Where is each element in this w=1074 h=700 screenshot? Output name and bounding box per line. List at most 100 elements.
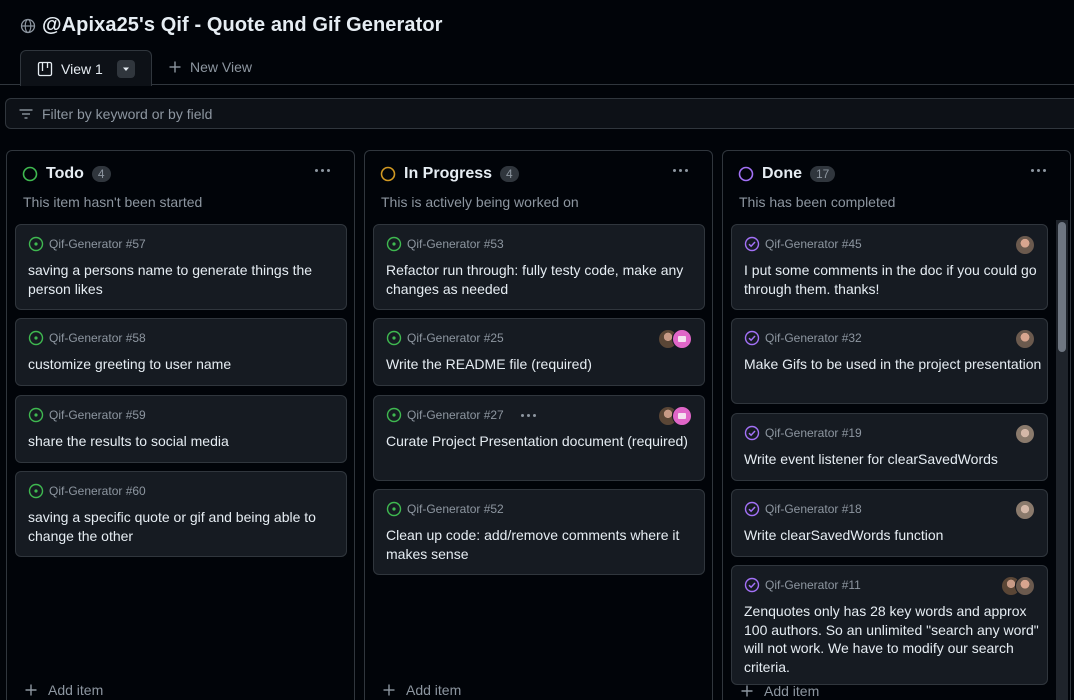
status-circle-icon	[738, 166, 754, 182]
view-options-button[interactable]	[116, 59, 135, 78]
column-description: This has been completed	[739, 194, 896, 210]
card-title[interactable]: Write the README file (required)	[386, 355, 696, 374]
card-title[interactable]: saving a specific quote or gif and being…	[28, 508, 338, 545]
plus-icon	[741, 685, 753, 697]
closed-issue-icon	[744, 330, 760, 346]
open-issue-icon	[28, 236, 44, 252]
card-ref: Qif-Generator #52	[407, 502, 504, 516]
card-options-button[interactable]	[520, 413, 536, 417]
filter-placeholder: Filter by keyword or by field	[42, 105, 213, 122]
card-title[interactable]: customize greeting to user name	[28, 355, 338, 374]
filter-icon	[19, 108, 33, 119]
open-issue-icon	[28, 407, 44, 423]
tab-label: View 1	[61, 60, 103, 77]
card[interactable]: Qif-Generator #32 Make Gifs to be used i…	[731, 318, 1048, 404]
plus-icon	[383, 684, 395, 696]
status-circle-icon	[22, 166, 38, 182]
column-menu-button[interactable]	[673, 169, 688, 172]
card-ref: Qif-Generator #32	[765, 331, 862, 345]
column-description: This item hasn't been started	[23, 194, 203, 210]
open-issue-icon	[28, 330, 44, 346]
assignees[interactable]	[1015, 500, 1035, 520]
scrollbar-thumb[interactable]	[1058, 222, 1066, 352]
card[interactable]: Qif-Generator #19 Write event listener f…	[731, 413, 1048, 481]
column-description: This is actively being worked on	[381, 194, 579, 210]
add-item-button[interactable]: Add item	[382, 682, 461, 698]
add-item-button[interactable]: Add item	[740, 683, 819, 699]
triangle-down-icon	[122, 67, 129, 71]
card-title[interactable]: Write event listener for clearSavedWords	[744, 450, 1054, 469]
add-item-button[interactable]: Add item	[24, 682, 103, 698]
card[interactable]: Qif-Generator #53 Refactor run through: …	[373, 224, 705, 310]
card-title[interactable]: saving a persons name to generate things…	[28, 261, 338, 298]
avatar	[1015, 329, 1035, 349]
assignees[interactable]	[1001, 576, 1035, 596]
card[interactable]: Qif-Generator #45 I put some comments in…	[731, 224, 1048, 310]
column-title: Done	[762, 165, 802, 182]
project-title-row: @Apixa25's Qif - Quote and Gif Generator	[20, 14, 443, 37]
column-header: Done 17	[738, 165, 836, 183]
card[interactable]: Qif-Generator #27 Curate Project Present…	[373, 395, 705, 481]
globe-icon	[20, 18, 36, 33]
card-title[interactable]: share the results to social media	[28, 432, 338, 451]
closed-issue-icon	[744, 236, 760, 252]
card[interactable]: Qif-Generator #59 share the results to s…	[15, 395, 347, 463]
card[interactable]: Qif-Generator #58 customize greeting to …	[15, 318, 347, 386]
card-ref: Qif-Generator #59	[49, 408, 146, 422]
column-todo: Todo 4 This item hasn't been started Qif…	[6, 150, 355, 700]
open-issue-icon	[386, 236, 402, 252]
add-item-label: Add item	[406, 682, 462, 698]
card-title[interactable]: Clean up code: add/remove comments where…	[386, 526, 696, 563]
filter-input[interactable]: Filter by keyword or by field	[5, 98, 1074, 129]
assignees[interactable]	[1015, 424, 1035, 444]
card-ref: Qif-Generator #25	[407, 331, 504, 345]
card-title[interactable]: Write clearSavedWords function	[744, 526, 1054, 545]
open-issue-icon	[386, 501, 402, 517]
avatar	[1015, 576, 1035, 596]
closed-issue-icon	[744, 577, 760, 593]
column-menu-button[interactable]	[315, 169, 330, 172]
assignees[interactable]	[658, 406, 692, 426]
assignees[interactable]	[658, 329, 692, 349]
avatar	[1015, 424, 1035, 444]
assignees[interactable]	[1015, 235, 1035, 255]
card[interactable]: Qif-Generator #25 Write the README file …	[373, 318, 705, 386]
card-ref: Qif-Generator #18	[765, 502, 862, 516]
avatar	[1015, 500, 1035, 520]
card-title[interactable]: Refactor run through: fully testy code, …	[386, 261, 696, 298]
card-title[interactable]: Make Gifs to be used in the project pres…	[744, 355, 1054, 374]
card-ref: Qif-Generator #45	[765, 237, 862, 251]
tab-view-1[interactable]: View 1	[20, 50, 152, 86]
new-view-button[interactable]: New View	[168, 49, 252, 85]
card-title[interactable]: I put some comments in the doc if you co…	[744, 261, 1054, 298]
card-ref: Qif-Generator #19	[765, 426, 862, 440]
assignees[interactable]	[1015, 329, 1035, 349]
card-ref: Qif-Generator #60	[49, 484, 146, 498]
new-view-label: New View	[190, 59, 252, 75]
view-tabs: View 1 New View	[20, 49, 252, 86]
add-item-label: Add item	[48, 682, 104, 698]
card-title[interactable]: Curate Project Presentation document (re…	[386, 432, 696, 451]
status-circle-icon	[380, 166, 396, 182]
project-title: @Apixa25's Qif - Quote and Gif Generator	[42, 14, 443, 36]
column-count: 17	[810, 166, 836, 182]
column-in-progress: In Progress 4 This is actively being wor…	[364, 150, 713, 700]
board-icon	[37, 61, 53, 76]
card-ref: Qif-Generator #57	[49, 237, 146, 251]
avatar	[672, 406, 692, 426]
closed-issue-icon	[744, 425, 760, 441]
card[interactable]: Qif-Generator #18 Write clearSavedWords …	[731, 489, 1048, 557]
add-item-label: Add item	[764, 683, 820, 699]
card-ref: Qif-Generator #11	[765, 578, 861, 592]
closed-issue-icon	[744, 501, 760, 517]
column-title: Todo	[46, 165, 84, 182]
column-menu-button[interactable]	[1031, 169, 1046, 172]
card[interactable]: Qif-Generator #11 Zenquotes only has 28 …	[731, 565, 1048, 685]
card-ref: Qif-Generator #27	[407, 408, 504, 422]
card[interactable]: Qif-Generator #57 saving a persons name …	[15, 224, 347, 310]
column-done: Done 17 This has been completed Qif-Gene…	[722, 150, 1071, 700]
avatar	[1015, 235, 1035, 255]
card[interactable]: Qif-Generator #60 saving a specific quot…	[15, 471, 347, 557]
card-title[interactable]: Zenquotes only has 28 key words and appr…	[744, 602, 1040, 676]
card[interactable]: Qif-Generator #52 Clean up code: add/rem…	[373, 489, 705, 575]
